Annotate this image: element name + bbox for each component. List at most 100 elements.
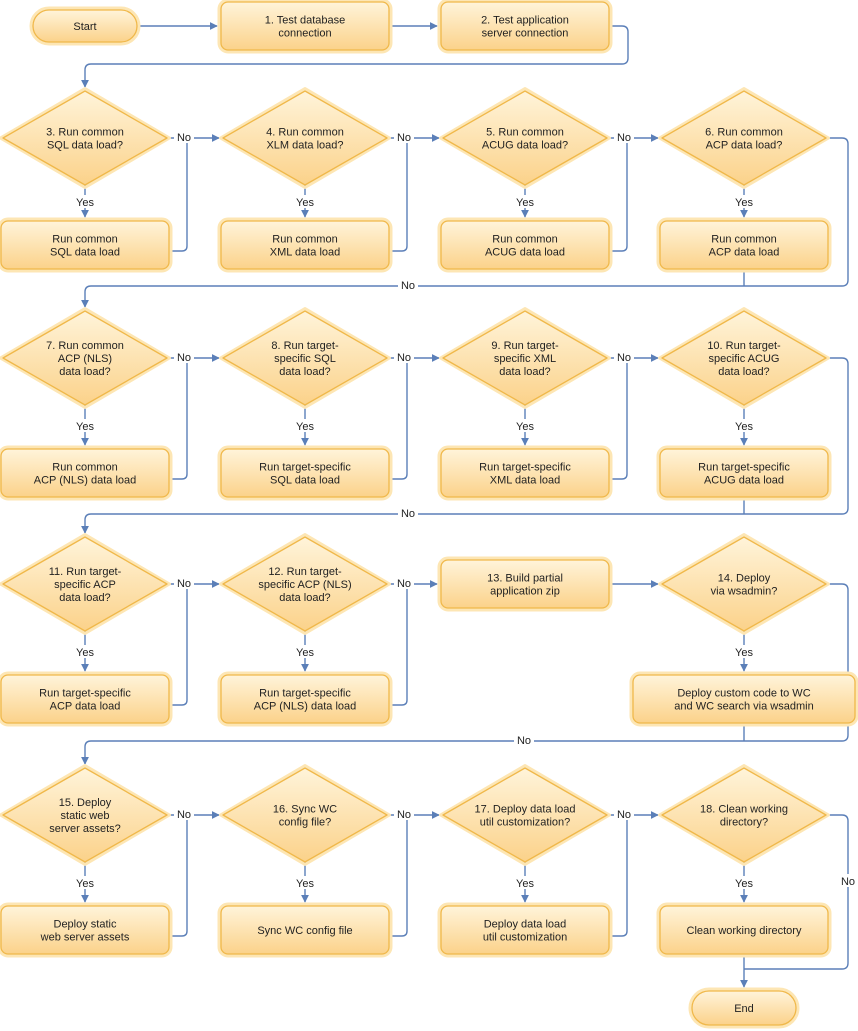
node-label: server connection [482, 28, 569, 40]
node-label: Sync WC config file [257, 925, 352, 937]
node-p3: Run commonSQL data load [0, 217, 173, 273]
node-label: XLM data load? [266, 140, 343, 152]
no-label: No [401, 280, 415, 292]
node-label: ACUG data load [485, 247, 565, 259]
node-label: Start [73, 21, 96, 33]
node-label: Run common [52, 234, 117, 246]
node-d5: 5. Run commonACUG data load? [439, 87, 611, 189]
node-label: 16. Sync WC [273, 804, 337, 816]
node-d14: 14. Deployvia wsadmin? [658, 533, 830, 635]
no-label: No [617, 352, 631, 364]
node-s13: 13. Build partialapplication zip [437, 556, 613, 612]
node-p7: Run commonACP (NLS) data load [0, 445, 173, 501]
node-d9: 9. Run target-specific XMLdata load? [439, 307, 611, 409]
node-start: Start [29, 6, 141, 46]
node-label: web server assets [40, 932, 130, 944]
no-label: No [177, 132, 191, 144]
yes-label: Yes [76, 197, 94, 209]
node-label: Run common [272, 234, 337, 246]
node-label: 3. Run common [46, 127, 124, 139]
node-s1: 1. Test databaseconnection [217, 0, 393, 54]
node-label: static web [61, 810, 110, 822]
node-p12: Run target-specificACP (NLS) data load [217, 671, 393, 727]
node-label: ACP (NLS) data load [254, 701, 357, 713]
node-label: data load? [499, 366, 550, 378]
yes-label: Yes [516, 421, 534, 433]
node-label: ACP data load [709, 247, 780, 259]
yes-label: Yes [76, 421, 94, 433]
node-d7: 7. Run commonACP (NLS)data load? [0, 307, 171, 409]
node-label: ACUG data load? [482, 140, 568, 152]
node-label: data load? [718, 366, 769, 378]
node-label: 15. Deploy [59, 797, 112, 809]
node-label: XML data load [270, 247, 341, 259]
node-d6: 6. Run commonACP data load? [658, 87, 830, 189]
node-label: SQL data load [50, 247, 120, 259]
node-d12: 12. Run target-specific ACP (NLS)data lo… [219, 533, 391, 635]
node-label: 13. Build partial [487, 573, 563, 585]
node-label: specific ACUG [709, 353, 780, 365]
node-d10: 10. Run target-specific ACUGdata load? [658, 307, 830, 409]
node-label: util customization [483, 932, 567, 944]
node-label: 2. Test application [481, 15, 569, 27]
node-label: Run target-specific [259, 462, 351, 474]
node-label: Run common [711, 234, 776, 246]
node-label: Run target-specific [39, 688, 131, 700]
node-d18: 18. Clean workingdirectory? [658, 764, 830, 866]
node-s2: 2. Test applicationserver connection [437, 0, 613, 54]
node-label: ACUG data load [704, 475, 784, 487]
node-p4: Run commonXML data load [217, 217, 393, 273]
node-label: 18. Clean working [700, 804, 788, 816]
yes-label: Yes [735, 197, 753, 209]
node-p8: Run target-specificSQL data load [217, 445, 393, 501]
no-label: No [397, 578, 411, 590]
node-label: specific ACP [54, 579, 116, 591]
node-label: 11. Run target- [49, 566, 122, 578]
node-label: 10. Run target- [707, 340, 781, 352]
node-label: 1. Test database [265, 15, 346, 27]
node-label: ACP data load [50, 701, 121, 713]
node-label: connection [278, 28, 331, 40]
node-p5: Run commonACUG data load [437, 217, 613, 273]
node-label: Clean working directory [687, 925, 802, 937]
node-label: 17. Deploy data load [475, 804, 576, 816]
node-label: data load? [279, 366, 330, 378]
no-label: No [517, 735, 531, 747]
node-label: 9. Run target- [491, 340, 559, 352]
node-label: Run common [52, 462, 117, 474]
node-label: Run target-specific [259, 688, 351, 700]
node-label: ACP (NLS) [58, 353, 112, 365]
node-label: server assets? [49, 823, 121, 835]
node-label: data load? [59, 366, 110, 378]
node-label: specific ACP (NLS) [258, 579, 351, 591]
no-label: No [617, 809, 631, 821]
node-label: application zip [490, 586, 560, 598]
node-label: Run target-specific [479, 462, 571, 474]
node-label: Deploy static [54, 919, 117, 931]
node-label: 8. Run target- [271, 340, 339, 352]
yes-label: Yes [296, 647, 314, 659]
yes-label: Yes [296, 421, 314, 433]
node-p14: Deploy custom code to WCand WC search vi… [629, 671, 858, 727]
yes-label: Yes [735, 421, 753, 433]
no-label: No [397, 132, 411, 144]
node-label: and WC search via wsadmin [674, 701, 813, 713]
node-label: SQL data load [270, 475, 340, 487]
flowchart: Start 1. Test databaseconnection 2. Test a… [0, 0, 858, 1029]
yes-label: Yes [296, 878, 314, 890]
node-p17: Deploy data loadutil customization [437, 902, 613, 958]
node-label: 7. Run common [46, 340, 124, 352]
node-p15: Deploy staticweb server assets [0, 902, 173, 958]
no-label: No [617, 132, 631, 144]
node-d8: 8. Run target-specific SQLdata load? [219, 307, 391, 409]
yes-label: Yes [296, 197, 314, 209]
node-label: 6. Run common [705, 127, 783, 139]
node-p18: Clean working directory [656, 902, 832, 958]
node-label: via wsadmin? [711, 586, 778, 598]
node-label: 14. Deploy [718, 573, 771, 585]
node-label: ACP (NLS) data load [34, 475, 137, 487]
node-p10: Run target-specificACUG data load [656, 445, 832, 501]
node-label: directory? [720, 817, 768, 829]
node-label: 4. Run common [266, 127, 344, 139]
yes-label: Yes [516, 197, 534, 209]
